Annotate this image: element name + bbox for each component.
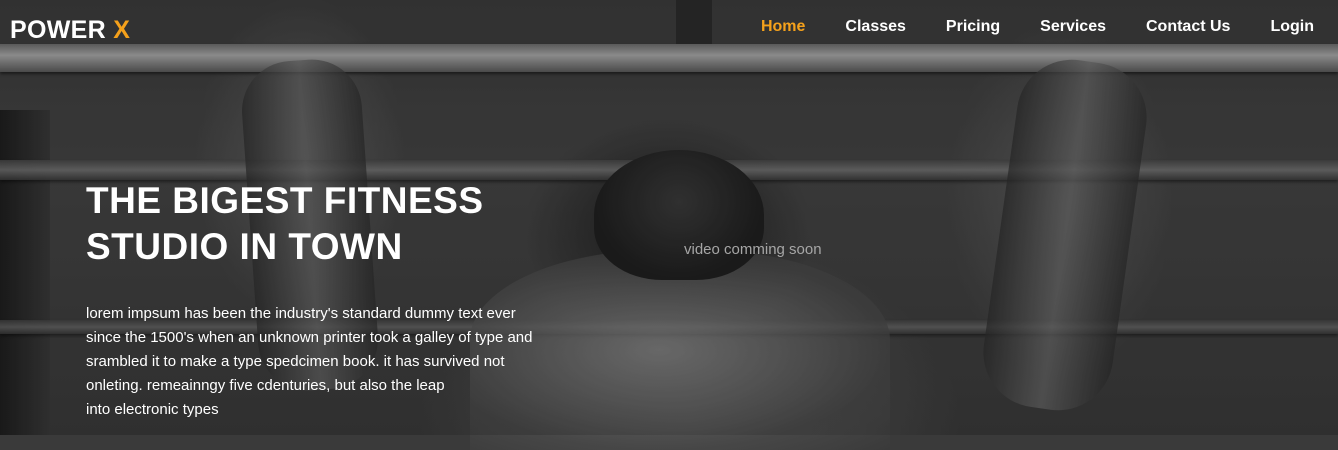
- main-nav: Home Classes Pricing Services Contact Us…: [721, 18, 1314, 36]
- hero-title-line-1: THE BIGEST FITNESS: [86, 180, 484, 221]
- brand-accent: X: [113, 16, 131, 44]
- nav-link-services[interactable]: Services: [1040, 18, 1106, 36]
- brand-logo[interactable]: POWER X: [10, 16, 130, 45]
- hero-description: lorem impsum has been the industry's sta…: [86, 302, 566, 422]
- nav-link-pricing[interactable]: Pricing: [946, 18, 1000, 36]
- hero-text-line: onleting. remeainngy five cdenturies, bu…: [86, 377, 445, 394]
- hero-title-line-2: STUDIO IN TOWN: [86, 226, 403, 267]
- nav-link-classes[interactable]: Classes: [845, 18, 906, 36]
- brand-name: POWER: [10, 16, 106, 44]
- navbar: POWER X Home Classes Pricing Services Co…: [0, 0, 1338, 56]
- nav-link-contact-us[interactable]: Contact Us: [1146, 18, 1230, 36]
- hero-text-line: into electronic types: [86, 401, 219, 418]
- hero-title: THE BIGEST FITNESS STUDIO IN TOWN: [86, 178, 546, 270]
- hero-text-line: since the 1500's when an unknown printer…: [86, 329, 533, 346]
- nav-link-login[interactable]: Login: [1270, 18, 1314, 36]
- hero-text-line: lorem impsum has been the industry's sta…: [86, 305, 516, 322]
- video-placeholder-text: video comming soon: [684, 241, 822, 258]
- hero-text-line: srambled it to make a type spedcimen boo…: [86, 353, 505, 370]
- nav-link-home[interactable]: Home: [761, 18, 805, 36]
